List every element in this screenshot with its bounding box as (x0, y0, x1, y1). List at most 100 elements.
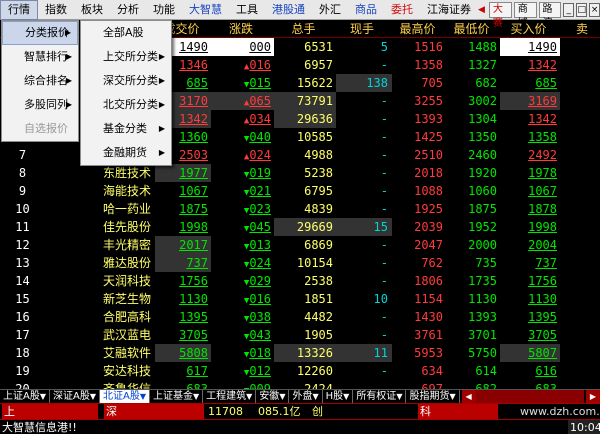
cell-cur: - (380, 166, 388, 180)
cell-lo: 1304 (468, 112, 497, 126)
cell-hi: 634 (421, 364, 443, 378)
tab-0[interactable]: 上证A股▼ (0, 390, 50, 403)
cell-ask (560, 326, 600, 344)
header-ask[interactable]: 卖 (560, 20, 600, 38)
menu-2[interactable]: 板块 (74, 0, 110, 20)
submenu-arrow-icon: ▶ (65, 52, 72, 61)
cell-lo: 682 (475, 76, 497, 90)
menu-11[interactable]: 江海证券 (420, 0, 478, 20)
menu-10[interactable]: 委托 (384, 0, 420, 20)
header-chg[interactable]: 涨跌 (211, 20, 274, 38)
change-value: 043 (249, 328, 271, 342)
menu2-item-2[interactable]: 深交所分类 ▶ (81, 69, 171, 93)
scroll-right-button[interactable]: ▶ (586, 390, 600, 403)
menu-5[interactable]: 大智慧 (182, 0, 229, 20)
table-row[interactable]: 17 武汉蓝电 3705 ▼043 1905-3761 3701 3705 (0, 326, 600, 344)
minimize-button[interactable]: _ (563, 2, 575, 17)
tab-4[interactable]: 工程建筑▼ (203, 390, 257, 403)
menu1-item-1[interactable]: 智慧排行 ▶ (2, 45, 78, 69)
cell-name: 合肥高科 (102, 310, 151, 324)
cell-hi: 762 (421, 256, 443, 270)
menu-8[interactable]: 外汇 (312, 0, 348, 20)
table-row[interactable]: 15 新芝生物 1130 ▼016 1851 10 1154 1130 1130 (0, 290, 600, 308)
cell-last: 3705 (179, 328, 208, 342)
tab-9[interactable]: 股指期货▼ (406, 390, 460, 403)
tab-3[interactable]: 上证基金▼ (150, 390, 204, 403)
tab-8[interactable]: 所有权证▼ (353, 390, 407, 403)
tab-label: 外盘 (292, 391, 313, 402)
tab-2[interactable]: 北证A股▼ (100, 390, 150, 403)
menu2-label: 深交所分类 (103, 74, 158, 87)
menu2-item-5[interactable]: 金融期货 ▶ (81, 141, 171, 165)
menu1-item-0[interactable]: 分类报价 ▶ (2, 21, 78, 45)
maximize-button[interactable]: □ (576, 2, 588, 17)
table-row[interactable]: 14 天润科技 1756 ▼029 2538-1806 1735 1756 (0, 272, 600, 290)
menu-0[interactable]: 行情 (0, 0, 38, 20)
ticker-text[interactable]: 大智慧信息港!! (2, 420, 77, 434)
cell-chg: ▼013 (211, 236, 274, 254)
scroll-left-button[interactable]: ◀ (461, 390, 476, 403)
top-button-2[interactable]: 路演 (538, 1, 562, 29)
status-url[interactable]: www.dzh.com. (520, 404, 600, 420)
menu-6[interactable]: 工具 (229, 0, 265, 20)
menu1-item-2[interactable]: 综合排名 ▶ (2, 69, 78, 93)
table-row[interactable]: 12 丰光精密 2017 ▼013 6869 - 2047 2000 2004 (0, 236, 600, 254)
tab-7[interactable]: H股▼ (323, 390, 354, 403)
cell-cur: 5 (380, 40, 388, 54)
menu-9[interactable]: 商品 (348, 0, 384, 20)
status-volume: 11708 (208, 405, 243, 418)
change-value: 040 (249, 130, 271, 144)
menu-7[interactable]: 港股通 (265, 0, 312, 20)
table-row[interactable]: 8 东胜技术 1977 ▼019 5238 - 2018 1920 1978 (0, 164, 600, 182)
header-hi[interactable]: 最高价 (392, 20, 446, 38)
cell-name: 武汉蓝电 (102, 328, 151, 342)
cell-cur: - (380, 274, 388, 288)
header-cur[interactable]: 现手 (336, 20, 392, 38)
menu-1[interactable]: 指数 (38, 0, 74, 20)
cell-cur: - (380, 130, 388, 144)
menu-bar: 行情 指数 板块 分析 功能 大智慧 工具 港股通 外汇 商品 委托 江海证券 ◀ 大赛 商城 路演 _ □ × (0, 0, 600, 29)
header-bid[interactable]: 买入价 (500, 20, 560, 38)
cell-name: 丰光精密 (102, 238, 151, 252)
menu1-label: 智慧排行 (24, 50, 68, 63)
cell-vol: 4839 (304, 202, 333, 216)
tab-dropdown-icon: ▼ (279, 392, 286, 401)
quote-menu: 分类报价 ▶ 智慧排行 ▶ 综合排名 ▶ 多股同列 ▶ 自选报价 (1, 20, 79, 142)
top-button-0[interactable]: 大赛 (488, 1, 512, 29)
menu-4[interactable]: 功能 (146, 0, 182, 20)
menu1-item-3[interactable]: 多股同列 ▶ (2, 93, 78, 117)
change-value: 024 (249, 256, 271, 270)
table-row[interactable]: 18 艾融软件 5808 ▼018 13326 11 5953 5750 5807 (0, 344, 600, 362)
tab-label: H股 (325, 391, 344, 402)
header-vol[interactable]: 总手 (274, 20, 336, 38)
menu2-item-3[interactable]: 北交所分类 ▶ (81, 93, 171, 117)
cell-cur: - (380, 202, 388, 216)
table-row[interactable]: 19 安达科技 617 ▼012 12260 - 634 614 616 (0, 362, 600, 380)
table-row[interactable]: 9 海能技术 1067 ▼021 6795-1088 1060 1067 (0, 182, 600, 200)
table-row[interactable]: 11 佳先股份 1998 ▼045 29669 15 2039 1952 1998 (0, 218, 600, 236)
cell-lo: 3002 (468, 94, 497, 108)
tab-5[interactable]: 安徽▼ (256, 390, 290, 403)
cell-bid: 2492 (528, 148, 557, 162)
close-button[interactable]: × (589, 2, 600, 17)
table-row[interactable]: 16 合肥高科 1395 ▼038 4482-1430 1393 1395 (0, 308, 600, 326)
top-button-1[interactable]: 商城 (513, 1, 537, 29)
tab-6[interactable]: 外盘▼ (289, 390, 323, 403)
menu2-item-0[interactable]: 全部A股 (81, 21, 171, 45)
cell-last: 2017 (155, 236, 211, 254)
submenu-arrow-icon: ▶ (65, 100, 72, 109)
menu2-item-1[interactable]: 上交所分类 ▶ (81, 45, 171, 69)
menu2-item-4[interactable]: 基金分类 ▶ (81, 117, 171, 141)
table-row[interactable]: 10 哈一药业 1875 ▼023 4839-1925 1875 1878 (0, 200, 600, 218)
cell-cur: 10 (373, 292, 388, 306)
tab-scrollbar[interactable] (475, 390, 584, 403)
submenu-arrow-icon: ▶ (158, 52, 165, 61)
cell-cur: - (380, 328, 388, 342)
table-row[interactable]: 13 雅达股份 737 ▼024 10154-762 735 737 (0, 254, 600, 272)
cell-bid: 737 (535, 256, 557, 270)
tab-1[interactable]: 深证A股▼ (50, 390, 100, 403)
cell-chg: ▼018 (211, 344, 274, 362)
header-lo[interactable]: 最低价 (446, 20, 500, 38)
menu-3[interactable]: 分析 (110, 0, 146, 20)
cell-idx: 9 (18, 184, 27, 198)
